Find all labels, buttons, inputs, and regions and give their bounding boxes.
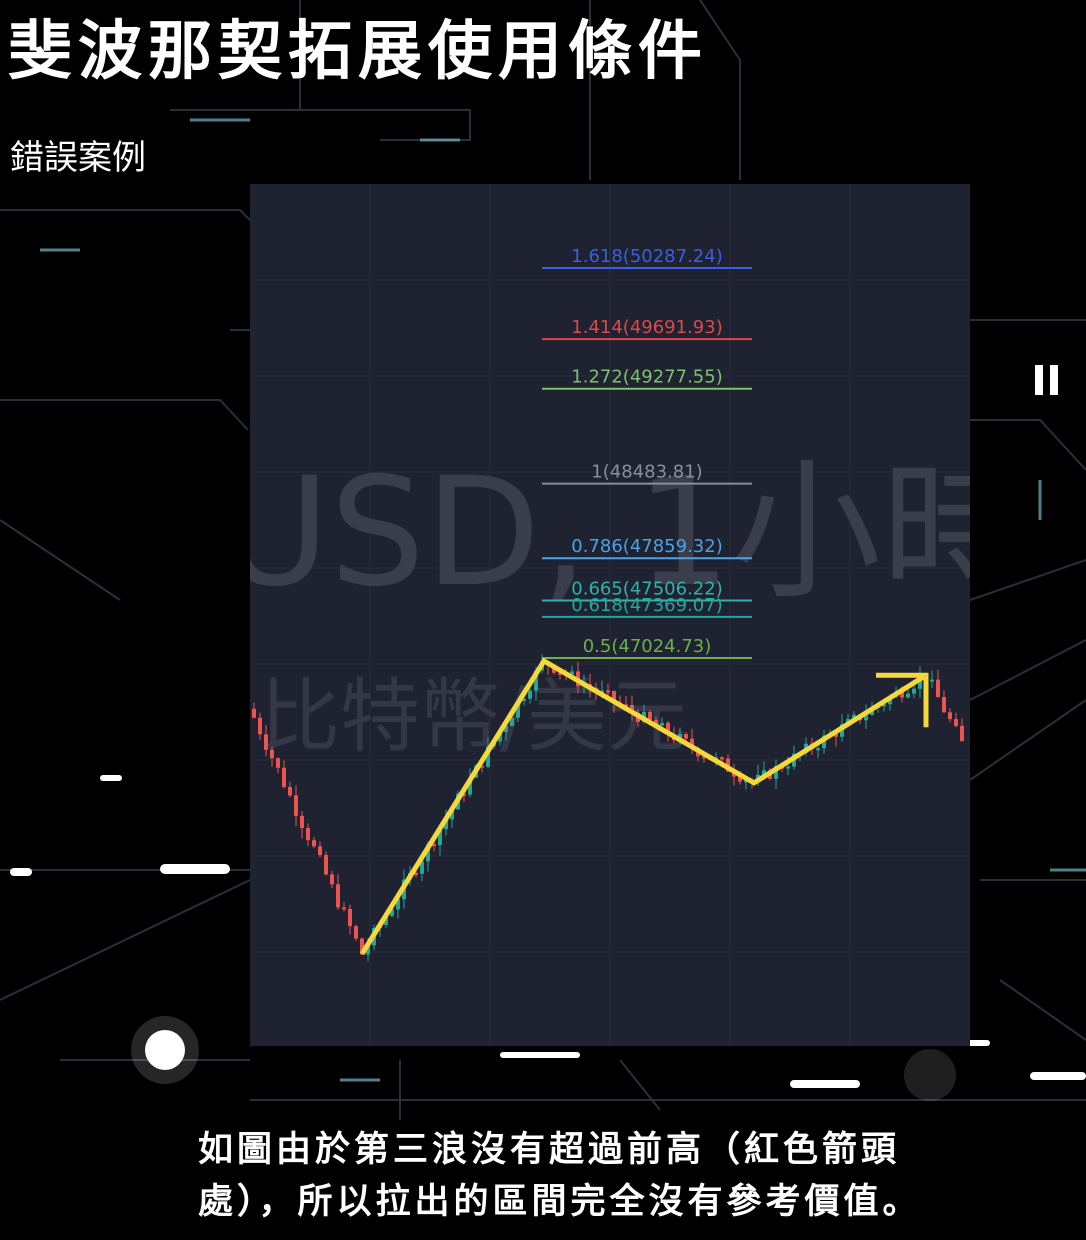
- candle-body: [264, 734, 268, 750]
- candle-body: [324, 854, 328, 875]
- fib-level-label: 0.618(47369.07): [571, 595, 722, 616]
- page-subtitle: 錯誤案例: [10, 138, 146, 178]
- caption-line-1: 如圖由於第三浪沒有超過前高（紅色箭頭: [198, 1130, 901, 1170]
- candle-body: [660, 722, 664, 726]
- candle-body: [270, 749, 274, 759]
- candle-body: [330, 874, 334, 885]
- candle-body: [276, 758, 280, 768]
- candle-body: [930, 679, 934, 682]
- candle-body: [306, 827, 310, 841]
- light-streak: [160, 864, 230, 874]
- candle-body: [336, 884, 340, 908]
- candle-body: [318, 846, 322, 855]
- candle-body: [342, 907, 346, 910]
- candle-body: [312, 840, 316, 847]
- candle-body: [948, 712, 952, 720]
- candle-body: [936, 679, 940, 698]
- fib-level-label: 1.272(49277.55): [571, 367, 722, 388]
- candle-body: [282, 767, 286, 787]
- fib-level-label: 1.414(49691.93): [571, 317, 722, 338]
- candle-body: [954, 719, 958, 726]
- fib-level-label: 0.5(47024.73): [583, 636, 712, 657]
- caption-line-2: 處），所以拉出的區間完全沒有參考價值。: [198, 1182, 922, 1222]
- candle-body: [942, 697, 946, 713]
- candle-body: [348, 908, 352, 927]
- fib-level-label: 0.786(47859.32): [571, 536, 722, 557]
- candle-body: [684, 734, 688, 739]
- candle-body: [606, 690, 610, 693]
- fib-extension-chart: USD, 1小時比特幣/美元1.618(50287.24)1.414(49691…: [250, 184, 970, 1046]
- candle-body: [252, 708, 256, 718]
- candle-body: [288, 786, 292, 796]
- candle-body: [720, 757, 724, 760]
- candle-body: [354, 926, 358, 939]
- fib-level-label: 1.618(50287.24): [571, 246, 722, 267]
- fib-level-label: 1(48483.81): [591, 462, 702, 483]
- candle-body: [912, 688, 916, 694]
- chart-panel: USD, 1小時 比特幣/美元 1.618(50287.24) 1.414(49691…: [250, 184, 970, 1046]
- page-title: 斐波那契拓展使用條件: [8, 15, 708, 89]
- candle-body: [528, 690, 532, 699]
- caption: 如圖由於第三浪沒有超過前高（紅色箭頭 處），所以拉出的區間完全沒有參考價值。: [198, 1124, 1028, 1228]
- candle-body: [816, 748, 820, 751]
- candle-body: [960, 725, 964, 742]
- candle-body: [906, 693, 910, 698]
- watermark-asset: 比特幣/美元: [260, 670, 687, 763]
- candle-body: [258, 717, 262, 735]
- candle-body: [786, 766, 790, 769]
- candle-body: [294, 795, 298, 816]
- candle-body: [648, 711, 652, 720]
- candle-body: [300, 815, 304, 828]
